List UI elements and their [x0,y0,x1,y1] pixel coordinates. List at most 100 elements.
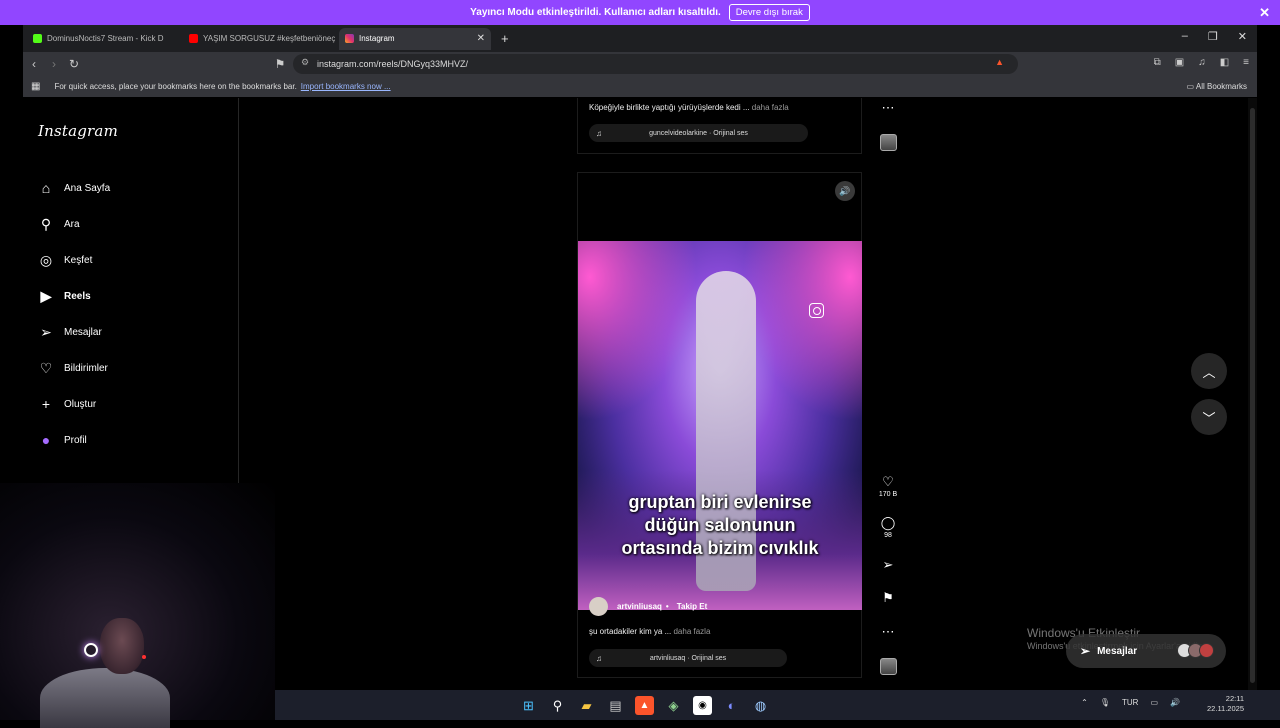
follow-button[interactable]: Takip Et [677,602,708,611]
bookmark-icon: ⚑ [882,590,894,605]
banner-close-icon[interactable]: ✕ [1259,5,1270,21]
store-icon[interactable]: ▤ [606,696,625,715]
url-field[interactable]: ⚙ instagram.com/reels/DNGyq33MHVZ/ ▲ [293,54,1018,74]
audio-label: guncelvideolarkine · Orijinal ses [649,129,748,137]
app-icon[interactable]: ◉ [693,696,712,715]
heart-icon: ♡ [882,474,894,489]
sidebar-item-create[interactable]: + Oluştur [37,386,110,422]
system-tray: ⌃ 🎙 TUR ▭ 🔊 [1081,698,1180,707]
scrollbar-thumb[interactable] [1250,108,1255,683]
site-settings-icon[interactable]: ⚙ [301,57,309,68]
sidebar-item-explore[interactable]: ◎ Keşfet [37,242,110,278]
menu-icon[interactable]: ≡ [1243,57,1249,68]
extensions-icon[interactable]: ⧉ [1154,57,1161,68]
author-username[interactable]: artvinliusaq [617,602,662,611]
page-scrollbar[interactable] [1248,98,1257,690]
profile-avatar-icon: ● [41,432,51,448]
brave-shields-icon[interactable]: ▲ [995,57,1004,67]
bookmark-icon[interactable]: ⚑ [271,57,289,71]
reel-author: artvinliusaq • Takip Et [589,597,707,616]
sidebar-item-reels[interactable]: ▶ Reels [37,278,110,314]
more-link[interactable]: daha fazla [752,103,789,112]
disable-streamer-mode-button[interactable]: Devre dışı bırak [728,4,810,21]
sidebar-item-notifications[interactable]: ♡ Bildirimler [37,350,110,386]
sidebar-item-label: Mesajlar [64,326,102,338]
youtube-favicon-icon [189,34,198,43]
discord-icon[interactable]: ◐ [722,696,741,715]
kick-favicon-icon [33,34,42,43]
sidebar-item-label: Ara [64,218,80,230]
sidebar-item-home[interactable]: ⌂ Ana Sayfa [37,170,110,206]
comment-button[interactable]: ◯ 98 [873,515,903,539]
avatar [1199,643,1214,658]
reel-caption: şu ortadakiler kim ya ... daha fazla [589,627,710,636]
music-icon[interactable]: ♫ [1198,57,1206,68]
taskbar-clock[interactable]: 22:11 22.11.2025 [1207,694,1244,714]
volume-icon[interactable]: 🔊 [1170,698,1180,707]
windows-start-icon[interactable]: ⊞ [519,696,538,715]
sidebar-item-search[interactable]: ⚲ Ara [37,206,110,242]
instagram-watermark-icon [809,303,824,318]
previous-reel-button[interactable]: ︿ [1191,353,1227,389]
language-indicator[interactable]: TUR [1122,698,1138,707]
forward-icon[interactable]: › [45,57,63,71]
reel-audio[interactable]: ♫ artvinliusaq · Orijinal ses [589,649,787,667]
microphone-icon[interactable]: 🎙 [1100,698,1110,707]
steam-icon[interactable]: ◍ [751,696,770,715]
apps-grid-icon[interactable]: ▦ [31,81,40,92]
brave-browser-icon[interactable]: ▲ [635,696,654,715]
wallet-icon[interactable]: ▣ [1175,57,1184,68]
tab-instagram[interactable]: Instagram ✕ [339,27,491,50]
tab-title: Instagram [359,34,395,43]
previous-reel-audio[interactable]: ♫ guncelvideolarkine · Orijinal ses [589,124,808,142]
music-note-icon: ♫ [596,653,602,663]
sidebar-item-profile[interactable]: ● Profil [37,422,110,458]
audio-label: artvinliusaq · Orijinal ses [649,654,727,662]
share-button[interactable]: ➢ [873,557,903,573]
all-bookmarks-button[interactable]: ▭ All Bookmarks [1187,82,1247,91]
prev-more-options-icon[interactable]: ⋯ [873,100,903,116]
messages-pill[interactable]: ➢ Mesajlar [1066,634,1226,668]
like-button[interactable]: ♡ 170 B [873,474,903,498]
audio-thumbnail[interactable] [880,658,897,675]
next-reel-button[interactable]: ﹀ [1191,399,1227,435]
sidebar-icon[interactable]: ◧ [1220,57,1229,68]
previous-reel-caption: Köpeğiyle birlikte yaptığı yürüyüşlerde … [589,103,789,112]
author-avatar[interactable] [589,597,608,616]
tab-bar: DominusNoctis7 Stream - Kick D YAŞIM SOR… [23,25,1257,52]
volume-icon[interactable]: 🔊 [835,181,855,201]
import-bookmarks-link[interactable]: Import bookmarks now ... [301,82,391,91]
network-icon[interactable]: ▭ [1150,698,1158,707]
prev-audio-thumbnail[interactable] [880,134,897,151]
caption-text: şu ortadakiler kim ya ... [589,627,672,636]
message-avatars [1177,643,1214,658]
window-controls: – ❐ ✕ [1182,30,1247,43]
more-link[interactable]: daha fazla [673,627,710,636]
search-icon: ⚲ [40,215,52,232]
music-note-icon: ♫ [596,128,602,138]
app-icon[interactable]: ◈ [664,696,683,715]
sidebar-item-label: Ana Sayfa [64,182,111,194]
minimize-icon[interactable]: – [1182,30,1188,43]
windows-taskbar: ⊞ ⚲ ▰ ▤ ▲ ◈ ◉ ◐ ◍ ⌃ 🎙 TUR ▭ 🔊 22:11 22.1… [275,690,1280,720]
close-window-icon[interactable]: ✕ [1238,30,1247,43]
back-icon[interactable]: ‹ [25,57,43,71]
reload-icon[interactable]: ↻ [65,57,83,71]
banner-text: Yayıncı Modu etkinleştirildi. Kullanıcı … [470,7,721,18]
more-options-icon[interactable]: ⋯ [873,624,903,640]
bookmarks-bar: ▦ For quick access, place your bookmarks… [23,76,1257,97]
caption-text: Köpeğiyle birlikte yaptığı yürüyüşlerde … [589,103,750,112]
new-tab-button[interactable]: + [501,31,509,46]
reel-video[interactable]: gruptan biri evlenirse düğün salonunun o… [578,241,862,610]
video-overlay-text: gruptan biri evlenirse düğün salonunun o… [621,492,819,558]
sidebar-item-messages[interactable]: ➢ Mesajlar [37,314,110,350]
close-tab-icon[interactable]: ✕ [477,33,485,44]
save-button[interactable]: ⚑ [873,590,903,606]
restore-icon[interactable]: ❐ [1208,30,1218,43]
tab-youtube[interactable]: YAŞIM SORGUSUZ #keşfetbeniöneçı [183,28,335,50]
search-icon[interactable]: ⚲ [548,696,567,715]
tab-kick[interactable]: DominusNoctis7 Stream - Kick D [27,28,179,50]
instagram-logo[interactable]: Instagram [38,122,118,140]
chevron-up-icon[interactable]: ⌃ [1081,698,1088,707]
file-explorer-icon[interactable]: ▰ [577,696,596,715]
